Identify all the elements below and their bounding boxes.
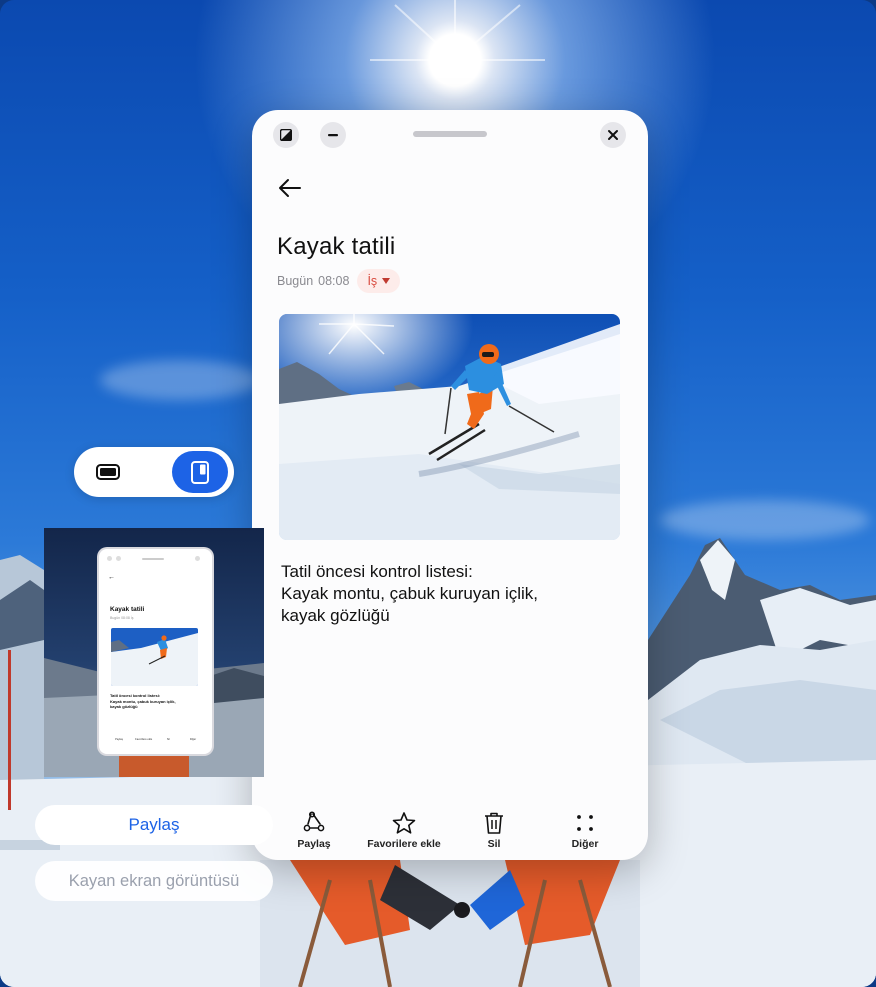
more-label: Diğer xyxy=(571,838,599,850)
note-time: 08:08 xyxy=(318,274,350,288)
category-dropdown[interactable]: İş xyxy=(357,269,401,293)
thumb-toolbar-label: Diğer xyxy=(189,738,197,741)
note-meta: Bugün 08:08 İş xyxy=(277,268,401,294)
delete-label: Sil xyxy=(487,838,501,850)
screen: Kayak tatili Bugün 08:08 İş Tatil öncesi… xyxy=(0,0,876,987)
portrait-mode-button[interactable] xyxy=(172,451,228,493)
note-date: Bugün xyxy=(277,274,314,288)
favorite-label: Favorilere ekle xyxy=(367,838,441,850)
thumb-body: Tatil öncesi kontrol listesi: Kayak mont… xyxy=(110,693,176,710)
note-title[interactable]: Kayak tatili xyxy=(277,233,395,261)
minimize-icon[interactable] xyxy=(320,122,346,148)
orientation-toggle xyxy=(74,447,234,497)
thumb-toolbar-label: Favorilere ekle xyxy=(135,738,153,741)
split-view-icon[interactable] xyxy=(273,122,299,148)
note-body-line: kayak gözlüğü xyxy=(281,606,390,625)
thumb-split-icon xyxy=(107,556,112,561)
note-body-line: Kayak montu, çabuk kuruyan içlik, xyxy=(281,584,539,603)
more-icon xyxy=(577,815,593,831)
thumb-minimize-icon xyxy=(116,556,121,561)
note-toolbar: Paylaş Favorilere ekle Sil Diğer xyxy=(252,804,648,860)
thumb-toolbar: Paylaş Favorilere ekle Sil Diğer xyxy=(107,738,205,750)
portrait-mode-icon xyxy=(191,461,209,484)
note-body[interactable]: Tatil öncesi kontrol listesi: Kayak mont… xyxy=(281,561,621,627)
screenshot-thumbnail[interactable]: ← Kayak tatili Bugün 08:08 İş Tatil önce… xyxy=(44,528,264,777)
share-screenshot-button[interactable]: Paylaş xyxy=(35,805,273,845)
thumb-close-icon xyxy=(195,556,200,561)
ski-photo[interactable] xyxy=(279,314,620,540)
back-arrow-icon[interactable] xyxy=(276,176,304,200)
drag-handle[interactable] xyxy=(413,131,487,137)
window-title-bar[interactable] xyxy=(252,110,648,160)
landscape-mode-button[interactable] xyxy=(80,451,136,493)
delete-button[interactable]: Sil xyxy=(449,804,539,860)
thumb-title: Kayak tatili xyxy=(110,606,145,613)
share-button[interactable]: Paylaş xyxy=(269,804,359,860)
thumb-body-line: kayak gözlüğü xyxy=(110,704,138,709)
landscape-mode-icon xyxy=(96,464,120,480)
star-icon xyxy=(392,812,416,834)
note-body-line: Tatil öncesi kontrol listesi: xyxy=(281,562,473,581)
thumb-back-arrow-icon: ← xyxy=(108,574,115,581)
chevron-down-icon xyxy=(382,278,391,284)
thumb-toolbar-label: Paylaş xyxy=(115,738,123,741)
thumbnail-phone: ← Kayak tatili Bugün 08:08 İş Tatil önce… xyxy=(99,549,212,754)
more-button[interactable]: Diğer xyxy=(540,804,630,860)
thumb-drag-handle xyxy=(142,558,164,560)
thumb-photo xyxy=(111,628,198,686)
trash-icon xyxy=(485,812,503,834)
close-icon[interactable] xyxy=(600,122,626,148)
share-label: Paylaş xyxy=(297,838,331,850)
category-label: İş xyxy=(367,274,378,288)
thumb-meta: Bugün 08:08 İş xyxy=(110,616,134,620)
note-window: Kayak tatili Bugün 08:08 İş Tatil öncesi… xyxy=(252,110,648,860)
floating-screenshot-button[interactable]: Kayan ekran görüntüsü xyxy=(35,861,273,901)
thumb-toolbar-label: Sil xyxy=(166,738,170,741)
share-icon xyxy=(303,811,325,832)
add-favorite-button[interactable]: Favorilere ekle xyxy=(359,804,449,860)
